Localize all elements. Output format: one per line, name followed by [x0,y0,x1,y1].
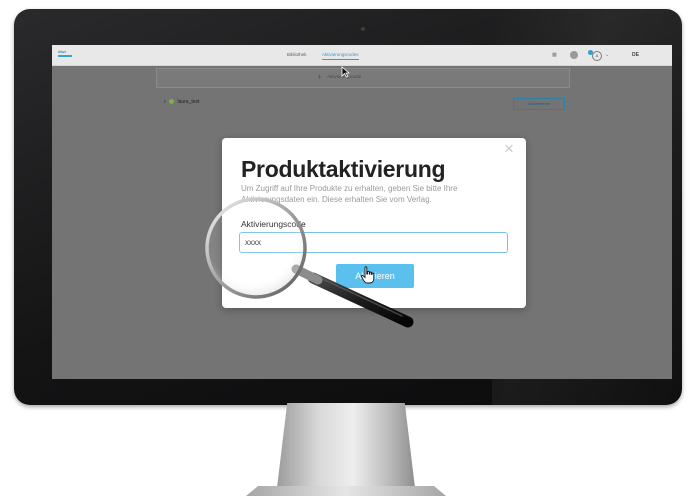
monitor-bezel: diwi Bibliothek Aktivierungscodes ▩ A ⌄ … [14,9,682,405]
close-icon[interactable]: × [504,139,514,159]
language-selector[interactable]: DE [632,50,639,60]
monitor-screen: diwi Bibliothek Aktivierungscodes ▩ A ⌄ … [52,45,672,379]
modal-title: Produktaktivierung [241,156,446,182]
product-row[interactable]: › laura_test [164,99,199,109]
app-logo[interactable]: diwi [58,49,72,58]
settings-icon[interactable] [570,51,578,59]
chevron-down-icon[interactable]: ⌄ [605,50,609,60]
activation-code-input[interactable] [239,232,508,253]
logo-bar [58,55,72,57]
status-dot [169,99,175,105]
user-icon[interactable]: A [592,51,602,61]
chevron-right-icon[interactable]: › [164,99,166,105]
add-product-label: Aktivierungscode [327,74,362,79]
device-icon[interactable]: ▩ [552,50,557,60]
activation-modal: × Produktaktivierung Um Zugriff auf Ihre… [222,138,526,308]
activation-code-label: Aktivierungscode [241,219,306,229]
product-name: laura_test [177,99,200,105]
add-product-row[interactable]: + Aktivierungscode [156,68,570,88]
activate-button[interactable]: Aktivieren [336,264,414,288]
webcam [361,27,365,31]
plus-icon: + [317,72,323,82]
monitor-stand-base [246,486,446,496]
modal-description: Um Zugriff auf Ihre Produkte zu erhalten… [241,184,458,204]
deactivate-button[interactable]: Deaktivieren [513,98,565,110]
app-header: diwi Bibliothek Aktivierungscodes ▩ A ⌄ … [52,45,672,66]
logo-text: diwi [58,49,66,54]
nav-item-library[interactable]: Bibliothek [287,52,307,58]
monitor-stand [276,403,416,496]
nav-item-activation-codes[interactable]: Aktivierungscodes [322,52,359,60]
